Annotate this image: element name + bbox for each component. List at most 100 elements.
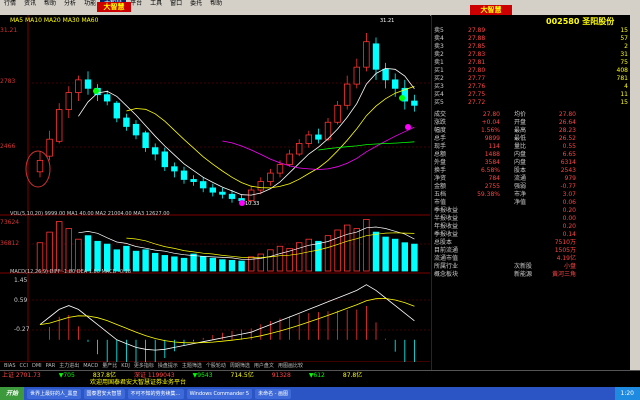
- indicator-tab[interactable]: PAR: [46, 362, 56, 370]
- order-volume: 15: [620, 27, 628, 34]
- order-level: 卖2: [434, 51, 444, 58]
- candle-body: [113, 102, 120, 119]
- start-button[interactable]: 开始: [0, 387, 25, 400]
- candle-body: [209, 187, 216, 193]
- candle-body: [257, 181, 264, 191]
- indicator-tab[interactable]: 操盘提示: [158, 362, 178, 370]
- stat-label: 目前流通: [434, 247, 459, 254]
- order-price: 27.83: [468, 51, 486, 58]
- indicator-tab[interactable]: KDJ: [121, 362, 130, 370]
- stats-row: 五档 59.38% 市净 3.07: [432, 191, 630, 199]
- stats-row: 金额 2755 强弱 -0.77: [432, 183, 630, 191]
- indicator-tab[interactable]: 更多指标: [134, 362, 154, 370]
- signal-dot-green: [93, 88, 99, 94]
- kline-chart[interactable]: [0, 15, 430, 362]
- stats-row: 季报收益 0.20: [432, 207, 630, 215]
- quote-panel: 002580 圣阳股份 卖5 27.89 15 卖4 27.88 57 卖3 27.85 2 卖2…: [431, 15, 640, 370]
- chart-area[interactable]: MA5 MA10 MA20 MA30 MA60 31.21 2783 2466 …: [0, 15, 430, 370]
- stat-label-2: 新能源: [514, 271, 533, 278]
- candle-body: [286, 153, 293, 166]
- stat-value: 1488: [484, 151, 500, 158]
- macd-y-label-1: 1.45: [14, 277, 28, 284]
- stats-row: 目前流通 1505万: [432, 247, 630, 255]
- indicator-tab[interactable]: MACD: [83, 362, 98, 370]
- volume-bar: [372, 231, 380, 272]
- stat-label: 换手: [434, 167, 447, 174]
- stats-row: 成交 27.80 均价 27.80: [432, 111, 630, 119]
- order-book-row: 卖2 27.83 31: [432, 51, 630, 59]
- order-volume: 408: [616, 67, 628, 74]
- stat-value-2: 2543: [560, 167, 576, 174]
- menu-item[interactable]: 委托: [186, 0, 206, 7]
- stats-row: 市值 净值 0.06: [432, 199, 630, 207]
- order-book-row: 买3 27.76 4: [432, 83, 630, 91]
- volume-bar: [228, 259, 236, 272]
- menu-item[interactable]: 分析: [60, 0, 80, 7]
- order-volume: 2: [624, 43, 628, 50]
- stats-row: 换手 6.58% 股本 2543: [432, 167, 630, 175]
- indicator-tab[interactable]: 主力进出: [59, 362, 79, 370]
- vertical-scrollbar[interactable]: [630, 15, 640, 370]
- indicator-tab[interactable]: CCI: [20, 362, 28, 370]
- indicator-tab[interactable]: 用图画比较: [278, 362, 303, 370]
- stat-value-2: 0.20: [562, 207, 576, 214]
- taskbar-button[interactable]: 不可不知的劳务续集…: [127, 388, 184, 399]
- stat-label: 总手: [434, 135, 447, 142]
- stat-value-2: 4.19亿: [556, 255, 576, 262]
- candle-body: [75, 79, 82, 93]
- candle-body: [353, 66, 360, 85]
- indicator-tab[interactable]: 量产比: [102, 362, 117, 370]
- stat-label-2: 强弱: [514, 183, 527, 190]
- menu-item[interactable]: 窗口: [166, 0, 186, 7]
- volume-bar: [276, 245, 284, 272]
- indicator-tab[interactable]: 用户盘文: [254, 362, 274, 370]
- order-price: 27.75: [468, 91, 486, 98]
- menu-item[interactable]: 行情: [0, 0, 20, 7]
- taskbar-button[interactable]: 未命名 - 画图: [255, 388, 292, 399]
- indicator-tab[interactable]: DMI: [32, 362, 42, 370]
- volume-bar: [190, 253, 197, 272]
- indicator-tab[interactable]: 个股轮动: [206, 362, 226, 370]
- volume-bar: [123, 245, 130, 272]
- stat-label-2: 净值: [514, 199, 527, 206]
- candle-body: [36, 159, 44, 173]
- signal-dot-green: [399, 95, 405, 101]
- order-price: 27.89: [468, 27, 486, 34]
- ma-header: MA5 MA10 MA20 MA30 MA60: [10, 17, 99, 24]
- candle-body: [56, 109, 63, 142]
- menu-item[interactable]: 工具: [146, 0, 166, 7]
- menu-item[interactable]: 资讯: [20, 0, 40, 7]
- candle-body: [363, 41, 370, 68]
- windows-taskbar: 开始 世界上最好的人_黑皇 国泰君安大智慧 不可不知的劳务续集… Windows Co…: [0, 387, 640, 400]
- stat-value-2: 27.80: [558, 111, 576, 118]
- stats-row: 总手 9899 最低 26.52: [432, 135, 630, 143]
- indicator-tab[interactable]: BIAS: [4, 362, 16, 370]
- taskbar-button[interactable]: 国泰君安大智慧: [83, 388, 125, 399]
- stat-label: 季报收益: [434, 231, 459, 238]
- stat-label-2: 次新股: [514, 263, 533, 270]
- taskbar-button[interactable]: Windows Commander 5: [186, 388, 253, 399]
- indicator-tab[interactable]: 周期筛选: [230, 362, 250, 370]
- stat-label: 总股本: [434, 239, 453, 246]
- order-volume: 4: [624, 83, 628, 90]
- candle-body: [151, 147, 159, 155]
- stats-row: 幅度 1.56% 最高 28.23: [432, 127, 630, 135]
- order-level: 买2: [434, 75, 444, 82]
- stats-row: 总股本 7510万: [432, 239, 630, 247]
- candle-body: [334, 104, 341, 123]
- stat-label-2: 内盘: [514, 151, 527, 158]
- order-level: 买4: [434, 91, 444, 98]
- volume-bar: [257, 253, 264, 272]
- volume-bar: [132, 250, 140, 272]
- volume-bar: [199, 256, 207, 272]
- volume-bar: [353, 228, 360, 272]
- menu-item[interactable]: 帮助: [40, 0, 60, 7]
- menu-item[interactable]: 帮助: [206, 0, 226, 7]
- order-book-row: 卖3 27.85 2: [432, 43, 630, 51]
- stat-label-2: 量比: [514, 143, 527, 150]
- taskbar-button[interactable]: 世界上最好的人_黑皇: [27, 388, 81, 399]
- macd-y-label-2: 0.59: [14, 297, 28, 304]
- scrolling-banner: 欢迎用国泰君安大智慧证券业务平台: [0, 379, 640, 387]
- stat-value-2: 26.52: [558, 135, 576, 142]
- indicator-tab[interactable]: 主题筛选: [182, 362, 202, 370]
